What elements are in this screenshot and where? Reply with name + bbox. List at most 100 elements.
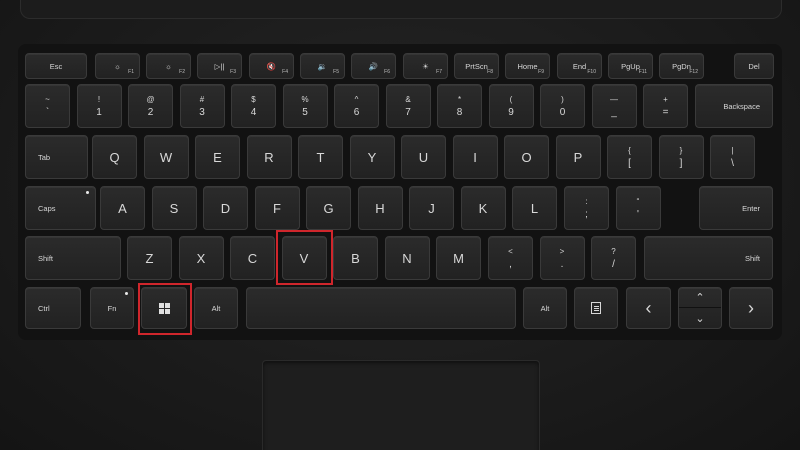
key-w[interactable]: W xyxy=(143,135,189,179)
key-m-label: M xyxy=(453,250,464,266)
f1-key[interactable]: ☼ F1 xyxy=(95,53,140,79)
key-4-shift-label: $ xyxy=(251,95,256,104)
key-0-legend: ) 0 xyxy=(560,93,566,119)
end-key[interactable]: End F10 xyxy=(557,53,602,79)
key-2-shift-label: @ xyxy=(146,95,155,104)
key-left-bracket[interactable]: {[ xyxy=(607,135,652,179)
key-z[interactable]: Z xyxy=(127,236,172,280)
key-backtick[interactable]: ~ ` xyxy=(25,84,70,128)
key-6[interactable]: ^ 6 xyxy=(334,84,379,128)
key-equals-legend: + = xyxy=(663,93,669,119)
fn-key[interactable]: Fn xyxy=(90,287,134,329)
key-b[interactable]: B xyxy=(333,236,378,280)
key-o[interactable]: O xyxy=(504,135,549,179)
key-f[interactable]: F xyxy=(254,186,300,230)
key-semicolon[interactable]: :; xyxy=(564,186,609,230)
key-equals[interactable]: + = xyxy=(643,84,688,128)
key-u[interactable]: U xyxy=(401,135,446,179)
enter-key[interactable]: Enter xyxy=(699,186,773,230)
key-m[interactable]: M xyxy=(436,236,481,280)
key-4[interactable]: $4 xyxy=(231,84,276,128)
left-alt-key[interactable]: Alt xyxy=(194,287,238,329)
key-d[interactable]: D xyxy=(203,186,248,230)
f7-key-label: ☀ xyxy=(422,61,429,71)
trackpad[interactable] xyxy=(262,360,540,450)
key-7-label: 7 xyxy=(405,107,411,118)
spacebar-key[interactable] xyxy=(246,287,516,329)
key-period-shift-label: > xyxy=(559,247,565,256)
key-q[interactable]: Q xyxy=(92,135,137,179)
key-2[interactable]: @2 xyxy=(128,84,173,128)
tab-key[interactable]: Tab xyxy=(25,135,88,179)
key-right-bracket[interactable]: }] xyxy=(658,135,704,179)
key-8-legend: * 8 xyxy=(457,93,463,119)
del-key[interactable]: Del xyxy=(734,53,774,79)
key-comma[interactable]: <, xyxy=(488,236,533,280)
windows-key[interactable] xyxy=(141,287,187,329)
pgdn-key[interactable]: PgDn F12 xyxy=(659,53,704,79)
left-shift-key[interactable]: Shift xyxy=(25,236,121,280)
key-slash-label: / xyxy=(612,259,615,270)
arrow-up-down-keys[interactable]: ⌃ ⌄ xyxy=(678,287,722,329)
key-v[interactable]: V xyxy=(281,236,327,280)
key-n[interactable]: N xyxy=(384,236,430,280)
key-minus-label: _ xyxy=(611,107,617,118)
key-3[interactable]: #3 xyxy=(179,84,225,128)
key-period[interactable]: >. xyxy=(539,236,585,280)
key-s[interactable]: S xyxy=(151,186,197,230)
arrow-down-icon[interactable]: ⌄ xyxy=(679,308,721,328)
key-g-label: G xyxy=(323,200,334,216)
arrow-left-key[interactable]: ‹ xyxy=(626,287,671,329)
prtscn-key[interactable]: PrtScn F8 xyxy=(454,53,499,79)
key-i[interactable]: I xyxy=(452,135,498,179)
key-5[interactable]: % 5 xyxy=(282,84,328,128)
key-0[interactable]: ) 0 xyxy=(540,84,585,128)
key-quote[interactable]: “' xyxy=(615,186,661,230)
f3-key-fn-label: F3 xyxy=(230,69,236,75)
key-backslash[interactable]: | \ xyxy=(710,135,755,179)
key-8[interactable]: * 8 xyxy=(437,84,482,128)
f3-key[interactable]: ▷|| F3 xyxy=(197,53,242,79)
key-a[interactable]: A xyxy=(100,186,145,230)
ctrl-key[interactable]: Ctrl xyxy=(25,287,81,329)
left-shift-label: Shift xyxy=(38,253,54,263)
key-slash-shift-label: ? xyxy=(611,247,616,256)
key-l-label: L xyxy=(530,200,539,216)
key-minus[interactable]: — _ xyxy=(591,84,637,128)
key-k[interactable]: K xyxy=(460,186,506,230)
key-y[interactable]: Y xyxy=(349,135,395,179)
arrow-right-key[interactable]: › xyxy=(729,287,773,329)
key-g[interactable]: G xyxy=(306,186,351,230)
f2-key-label: ☼ xyxy=(165,61,172,71)
key-p[interactable]: P xyxy=(555,135,601,179)
key-t[interactable]: T xyxy=(298,135,343,179)
key-t-label: T xyxy=(316,149,325,165)
key-e[interactable]: E xyxy=(195,135,240,179)
key-period-legend: >. xyxy=(560,245,565,271)
key-x[interactable]: X xyxy=(178,236,224,280)
backspace-key[interactable]: Backspace xyxy=(695,84,773,128)
f4-key[interactable]: 🔇 F4 xyxy=(249,53,294,79)
f2-key[interactable]: ☼ F2 xyxy=(146,53,191,79)
caps-key[interactable]: Caps xyxy=(25,186,96,230)
pgup-key[interactable]: PgUp F11 xyxy=(608,53,653,79)
key-7[interactable]: & 7 xyxy=(385,84,431,128)
key-c[interactable]: C xyxy=(230,236,275,280)
right-alt-key[interactable]: Alt xyxy=(523,287,567,329)
key-j[interactable]: J xyxy=(409,186,454,230)
home-key[interactable]: Home F9 xyxy=(505,53,550,79)
esc-key[interactable]: Esc xyxy=(25,53,87,79)
arrow-up-icon[interactable]: ⌃ xyxy=(679,288,721,308)
key-8-label: 8 xyxy=(456,107,463,118)
key-l[interactable]: L xyxy=(512,186,557,230)
key-9[interactable]: (9 xyxy=(488,84,534,128)
key-slash[interactable]: ? / xyxy=(591,236,636,280)
menu-key[interactable] xyxy=(574,287,618,329)
key-r[interactable]: R xyxy=(246,135,292,179)
f6-key[interactable]: 🔊 F6 xyxy=(351,53,396,79)
f5-key[interactable]: 🔉 F5 xyxy=(300,53,345,79)
right-shift-key[interactable]: Shift xyxy=(644,236,773,280)
key-h[interactable]: H xyxy=(357,186,403,230)
f7-key[interactable]: ☀ F7 xyxy=(403,53,448,79)
key-1[interactable]: ! 1 xyxy=(76,84,122,128)
